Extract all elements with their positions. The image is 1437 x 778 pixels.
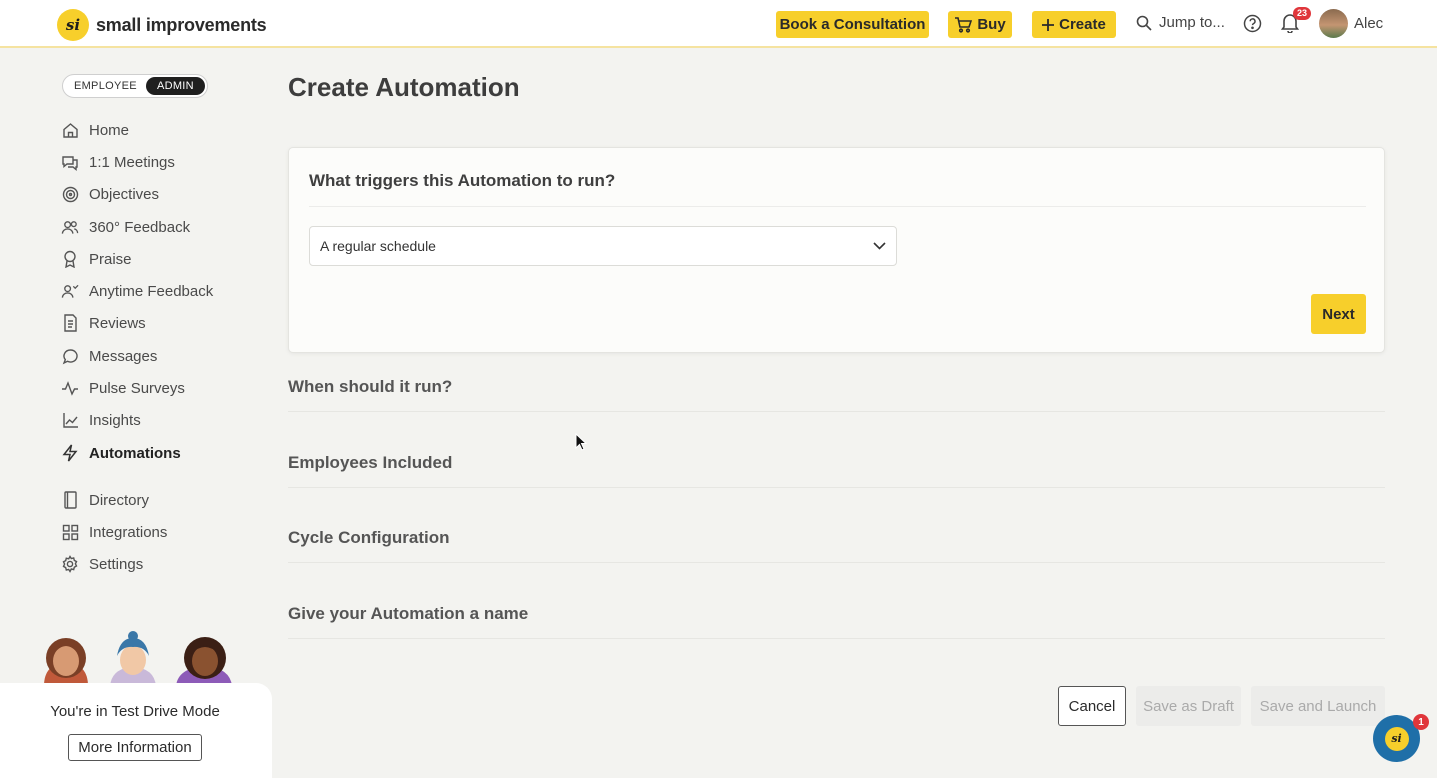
jump-to-search[interactable]: Jump to... xyxy=(1136,14,1225,31)
trigger-question: What triggers this Automation to run? xyxy=(309,171,616,190)
cancel-button[interactable]: Cancel xyxy=(1058,686,1126,726)
cart-icon xyxy=(955,16,973,33)
section-employees-included[interactable]: Employees Included xyxy=(288,453,1385,488)
test-drive-panel xyxy=(0,683,272,778)
sidebar-item-insights[interactable]: Insights xyxy=(61,411,141,429)
chat-logo-icon: si xyxy=(1384,726,1409,751)
sidebar-item-label: Directory xyxy=(89,491,150,509)
sidebar-item-anytime-feedback[interactable]: Anytime Feedback xyxy=(61,282,213,300)
more-information-button[interactable]: More Information xyxy=(68,734,202,761)
sidebar-item-messages[interactable]: Messages xyxy=(61,347,157,365)
sidebar-item-objectives[interactable]: Objectives xyxy=(61,185,159,203)
user-feedback-icon xyxy=(61,282,79,300)
test-drive-illustration xyxy=(40,630,240,691)
trigger-card: What triggers this Automation to run? A … xyxy=(288,147,1385,353)
divider xyxy=(309,206,1366,207)
section-cycle-configuration[interactable]: Cycle Configuration xyxy=(288,528,1385,563)
role-employee-option[interactable]: EMPLOYEE xyxy=(65,80,146,92)
role-toggle[interactable]: EMPLOYEE ADMIN xyxy=(62,74,208,98)
award-icon xyxy=(61,250,79,268)
chart-icon xyxy=(61,411,79,429)
search-icon xyxy=(1136,15,1152,31)
divider xyxy=(288,562,1385,563)
sidebar-item-directory[interactable]: Directory xyxy=(61,491,149,509)
sidebar-item-360-feedback[interactable]: 360° Feedback xyxy=(61,218,190,236)
brand-name: small improvements xyxy=(96,14,267,35)
gear-icon xyxy=(61,555,79,573)
sidebar-item-label: Automations xyxy=(89,444,181,462)
sidebar-item-label: 1:1 Meetings xyxy=(89,153,175,171)
divider xyxy=(288,638,1385,639)
section-title: When should it run? xyxy=(288,377,453,396)
section-title: Give your Automation a name xyxy=(288,604,529,623)
sidebar-item-label: Messages xyxy=(89,347,158,365)
save-and-launch-button[interactable]: Save and Launch xyxy=(1251,686,1385,726)
sidebar-item-label: Pulse Surveys xyxy=(89,379,185,397)
sidebar-item-praise[interactable]: Praise xyxy=(61,250,132,268)
home-icon xyxy=(61,121,79,139)
avatar xyxy=(1319,9,1348,38)
book-consultation-button[interactable]: Book a Consultation xyxy=(776,11,929,38)
sidebar-item-label: Integrations xyxy=(89,523,168,541)
jump-to-label: Jump to... xyxy=(1159,14,1225,31)
role-admin-option[interactable]: ADMIN xyxy=(145,77,205,95)
logo-mark-icon: si xyxy=(57,9,89,41)
user-menu[interactable]: Alec xyxy=(1319,9,1383,38)
user-name: Alec xyxy=(1354,15,1384,32)
sidebar-item-label: Settings xyxy=(89,555,144,573)
book-icon xyxy=(61,491,79,509)
sidebar-item-label: 360° Feedback xyxy=(89,218,191,236)
target-icon xyxy=(61,185,79,203)
logo[interactable]: si small improvements xyxy=(57,9,267,41)
top-bar: si small improvements Book a Consultatio… xyxy=(0,0,1437,48)
sidebar-item-label: Anytime Feedback xyxy=(89,282,214,300)
sidebar-item-integrations[interactable]: Integrations xyxy=(61,523,167,541)
buy-button[interactable]: Buy xyxy=(948,11,1012,38)
section-automation-name[interactable]: Give your Automation a name xyxy=(288,604,1385,639)
divider xyxy=(288,411,1385,412)
meetings-icon xyxy=(61,153,79,171)
save-as-draft-button[interactable]: Save as Draft xyxy=(1136,686,1241,726)
sidebar-item-label: Praise xyxy=(89,250,132,268)
sidebar-item-reviews[interactable]: Reviews xyxy=(61,314,146,332)
help-button[interactable] xyxy=(1243,14,1262,38)
sidebar-item-label: Home xyxy=(89,121,130,139)
sidebar-item-settings[interactable]: Settings xyxy=(61,555,143,573)
buy-label: Buy xyxy=(977,16,1006,33)
mouse-cursor-icon xyxy=(575,432,588,456)
sidebar-item-pulse-surveys[interactable]: Pulse Surveys xyxy=(61,379,185,397)
test-drive-message: You're in Test Drive Mode xyxy=(50,703,220,720)
section-title: Cycle Configuration xyxy=(288,528,450,547)
sidebar-item-label: Objectives xyxy=(89,185,160,203)
section-title: Employees Included xyxy=(288,453,453,472)
divider xyxy=(288,487,1385,488)
lightning-icon xyxy=(61,444,79,462)
sidebar-item-label: Reviews xyxy=(89,314,146,332)
pulse-icon xyxy=(61,379,79,397)
chevron-down-icon xyxy=(873,242,886,250)
plus-icon xyxy=(1042,18,1055,31)
sidebar-item-meetings[interactable]: 1:1 Meetings xyxy=(61,153,175,171)
people-icon xyxy=(61,218,79,236)
page-title: Create Automation xyxy=(288,72,520,102)
grid-icon xyxy=(61,523,79,541)
create-button[interactable]: Create xyxy=(1032,11,1116,38)
help-icon xyxy=(1243,14,1262,33)
section-when-to-run[interactable]: When should it run? xyxy=(288,377,1385,412)
sidebar-item-home[interactable]: Home xyxy=(61,121,129,139)
next-button[interactable]: Next xyxy=(1311,294,1366,334)
chat-badge: 1 xyxy=(1413,714,1429,730)
notification-count-badge: 23 xyxy=(1293,7,1312,20)
create-label: Create xyxy=(1059,16,1106,33)
sidebar-item-label: Insights xyxy=(89,411,141,429)
sidebar-item-automations[interactable]: Automations xyxy=(61,444,181,462)
trigger-select-value: A regular schedule xyxy=(320,238,436,254)
trigger-select[interactable]: A regular schedule xyxy=(309,226,897,266)
message-icon xyxy=(61,347,79,365)
document-icon xyxy=(61,314,79,332)
